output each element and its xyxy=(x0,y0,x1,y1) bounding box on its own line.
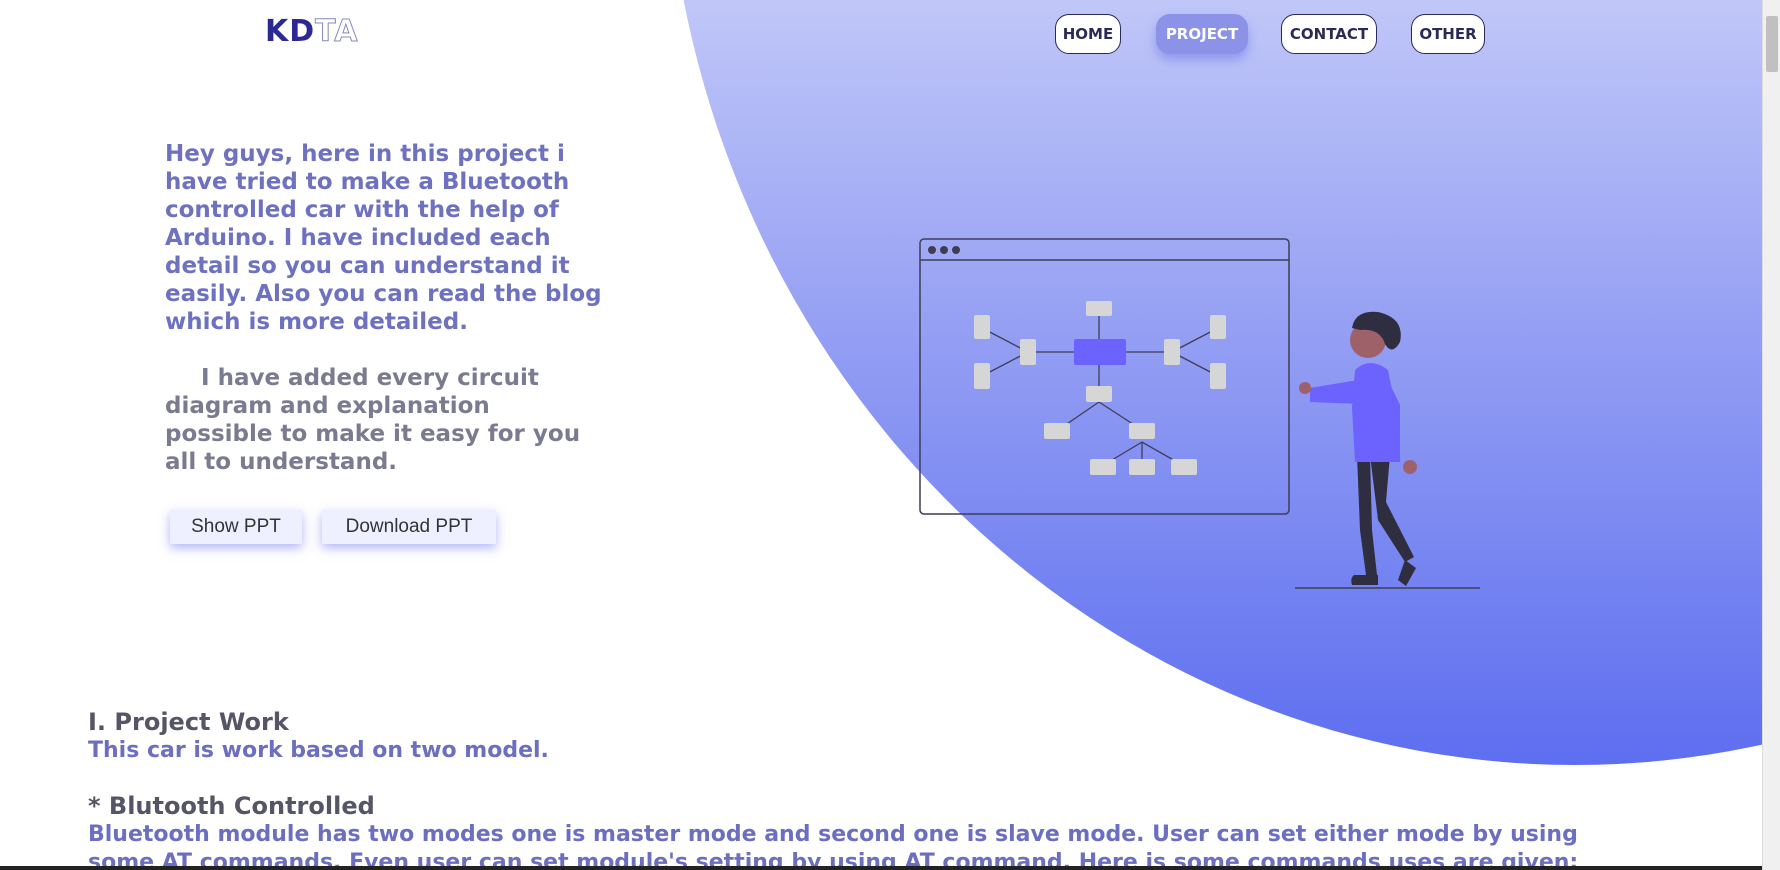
project-illustration xyxy=(919,238,1480,589)
download-ppt-button[interactable]: Download PPT xyxy=(322,510,496,544)
flowchart-nodes xyxy=(974,301,1226,475)
nav-home-button[interactable]: HOME xyxy=(1055,14,1121,54)
nav-other-button[interactable]: OTHER xyxy=(1411,14,1485,54)
project-work-text: This car is work based on two model. xyxy=(88,738,549,763)
site-logo[interactable]: KDTA xyxy=(265,14,359,50)
bluetooth-heading: * Blutooth Controlled xyxy=(88,792,375,820)
logo-text-ta: TA xyxy=(315,14,359,50)
logo-text-kd: KD xyxy=(265,14,316,49)
nav-contact-button[interactable]: CONTACT xyxy=(1281,14,1377,54)
intro-paragraph: Hey guys, here in this project i have tr… xyxy=(165,141,602,335)
page: KDTA HOME PROJECT CONTACT OTHER Hey guys… xyxy=(0,0,1762,866)
scrollbar-thumb[interactable] xyxy=(1766,16,1778,72)
intro-paragraph-secondary: I have added every circuit diagram and e… xyxy=(165,365,581,475)
bluetooth-text-line2: some AT commands. Even user can set modu… xyxy=(88,850,1579,866)
show-ppt-button[interactable]: Show PPT xyxy=(170,510,302,544)
person-illustration xyxy=(1295,311,1480,589)
bluetooth-text-line1: Bluetooth module has two modes one is ma… xyxy=(88,822,1578,847)
project-work-heading: I. Project Work xyxy=(88,708,289,736)
viewport-bottom-border xyxy=(0,866,1762,870)
vertical-scrollbar[interactable] xyxy=(1762,0,1780,870)
nav-project-button[interactable]: PROJECT xyxy=(1156,14,1248,54)
